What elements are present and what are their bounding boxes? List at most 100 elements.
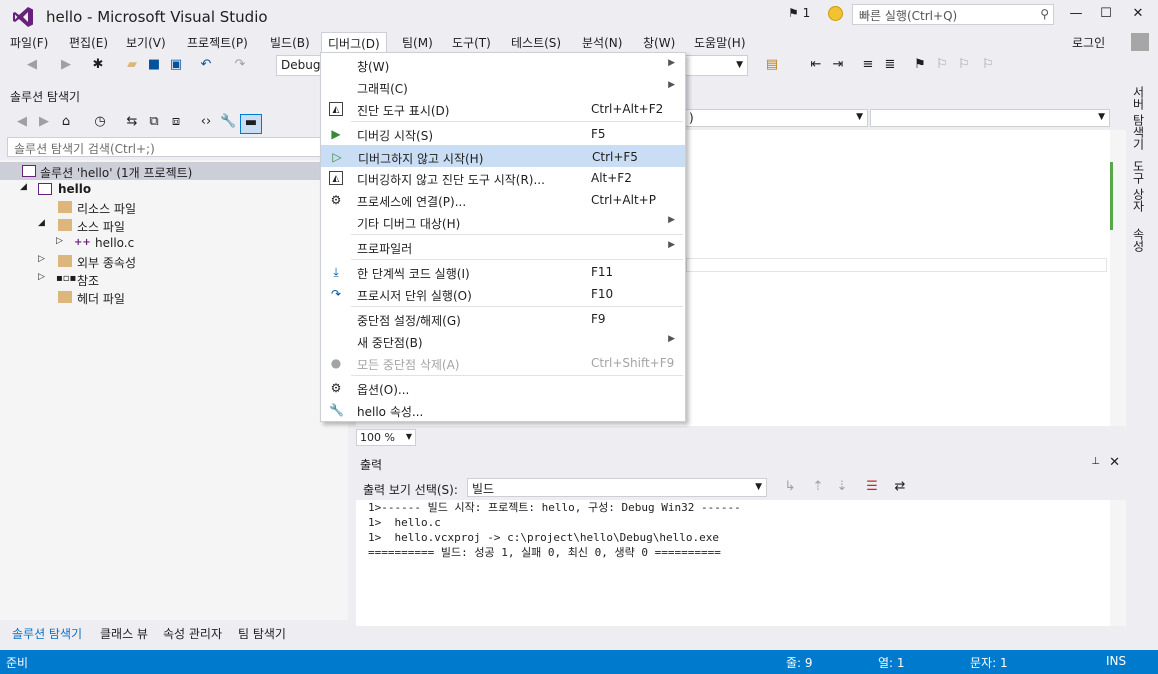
menu-item-start-without-debugging[interactable]: ▷ 디버그하지 않고 시작(H) Ctrl+F5 bbox=[321, 145, 685, 167]
menu-edit[interactable]: 편집(E) bbox=[63, 32, 114, 52]
clear-all-icon[interactable]: ☰ bbox=[864, 479, 880, 495]
menu-item-other-debug-targets[interactable]: 기타 디버그 대상(H) ▶ bbox=[321, 211, 685, 233]
navigate-back-icon[interactable]: ◀ bbox=[24, 57, 40, 73]
back-icon[interactable]: ◀ bbox=[14, 114, 30, 130]
menu-file[interactable]: 파일(F) bbox=[4, 32, 54, 52]
close-panel-icon[interactable]: ✕ bbox=[1109, 455, 1120, 470]
tab-solution-explorer[interactable]: 솔루션 탐색기 bbox=[12, 625, 82, 642]
clear-bookmarks-icon[interactable]: ⚐ bbox=[980, 57, 996, 73]
solution-platform-combo[interactable]: ▼ bbox=[684, 55, 748, 76]
previous-message-icon[interactable]: ⇡ bbox=[810, 479, 826, 495]
pending-changes-icon[interactable]: ◷ bbox=[92, 114, 108, 130]
menu-item-window[interactable]: 창(W) ▶ bbox=[321, 54, 685, 76]
menu-project[interactable]: 프로젝트(P) bbox=[181, 32, 254, 52]
menu-item-start-debugging[interactable]: ▶ 디버깅 시작(S) F5 bbox=[321, 123, 685, 145]
preview-selected-icon[interactable]: ▬ bbox=[240, 114, 262, 134]
menu-help[interactable]: 도움말(H) bbox=[688, 32, 752, 52]
view-code-icon[interactable]: ‹› bbox=[198, 114, 214, 130]
user-avatar-icon[interactable] bbox=[1131, 33, 1149, 51]
tree-item-source-files[interactable]: ◢ 소스 파일 bbox=[0, 216, 348, 234]
next-message-icon[interactable]: ⇣ bbox=[834, 479, 850, 495]
output-line: ========== 빌드: 성공 1, 실패 0, 최신 0, 생략 0 ==… bbox=[368, 546, 721, 559]
menu-item-options[interactable]: ⚙ 옵션(O)... bbox=[321, 377, 685, 399]
menu-item-step-into[interactable]: ⤓ 한 단계씩 코드 실행(I) F11 bbox=[321, 261, 685, 283]
feedback-smiley-icon[interactable] bbox=[828, 6, 843, 21]
menu-item-start-diagnostic-tools[interactable]: ◭ 디버깅하지 않고 진단 도구 시작(R)... Alt+F2 bbox=[321, 167, 685, 189]
notification-flag[interactable]: ⚑ 1 bbox=[788, 6, 810, 20]
navigate-forward-icon[interactable]: ▶ bbox=[58, 57, 74, 73]
tab-class-view[interactable]: 클래스 뷰 bbox=[100, 625, 148, 642]
bookmark-icon[interactable]: ⚑ bbox=[912, 57, 928, 73]
tree-item-external-dependencies[interactable]: ▷ 외부 종속성 bbox=[0, 252, 348, 270]
solution-explorer-search-input[interactable]: 솔루션 탐색기 검색(Ctrl+;) bbox=[7, 137, 347, 157]
next-bookmark-icon[interactable]: ⚐ bbox=[956, 57, 972, 73]
find-in-files-icon[interactable]: ▤ bbox=[764, 57, 780, 73]
expanded-arrow-icon[interactable]: ◢ bbox=[20, 182, 27, 192]
quick-launch-input[interactable]: 빠른 실행(Ctrl+Q) ⚲ bbox=[852, 4, 1054, 25]
previous-bookmark-icon[interactable]: ⚐ bbox=[934, 57, 950, 73]
side-tab-toolbox[interactable]: 도구 상자 bbox=[1130, 160, 1147, 212]
properties-wrench-icon[interactable]: 🔧 bbox=[220, 114, 236, 130]
go-to-error-icon[interactable]: ↳ bbox=[782, 479, 798, 495]
member-navigation-combo[interactable]: ) ▼ bbox=[684, 109, 868, 127]
tree-item-hello-c[interactable]: ▷ ++ hello.c bbox=[0, 234, 348, 252]
new-project-icon[interactable]: ✱ bbox=[90, 57, 106, 73]
menu-window[interactable]: 창(W) bbox=[637, 32, 681, 52]
output-source-combo[interactable]: 빌드 ▼ bbox=[467, 478, 767, 497]
zoom-level-combo[interactable]: 100 % ▼ bbox=[356, 429, 416, 446]
open-file-icon[interactable]: ▰ bbox=[124, 57, 140, 73]
output-text[interactable]: 1>------ 빌드 시작: 프로젝트: hello, 구성: Debug W… bbox=[356, 500, 1110, 626]
tree-item-header-files[interactable]: 헤더 파일 bbox=[0, 288, 348, 306]
save-icon[interactable]: ■ bbox=[146, 57, 162, 73]
save-all-icon[interactable]: ▣ bbox=[168, 57, 184, 73]
undo-icon[interactable]: ↶ bbox=[198, 57, 214, 73]
menu-item-show-diagnostic-tools[interactable]: ◭ 진단 도구 표시(D) Ctrl+Alt+F2 bbox=[321, 98, 685, 120]
menu-test[interactable]: 테스트(S) bbox=[505, 32, 567, 52]
menu-item-toggle-breakpoint[interactable]: 중단점 설정/해제(G) F9 bbox=[321, 308, 685, 330]
minimize-button[interactable]: — bbox=[1066, 6, 1086, 24]
forward-icon[interactable]: ▶ bbox=[36, 114, 52, 130]
redo-icon[interactable]: ↷ bbox=[232, 57, 248, 73]
menu-item-profiler[interactable]: 프로파일러 ▶ bbox=[321, 236, 685, 258]
collapsed-arrow-icon[interactable]: ▷ bbox=[56, 236, 63, 246]
collapse-all-icon[interactable]: ⧉ bbox=[146, 114, 162, 130]
indent-icon[interactable]: ⇥ bbox=[830, 57, 846, 73]
comment-icon[interactable]: ≡ bbox=[860, 57, 876, 73]
tree-item-references[interactable]: ▷ ▪▫▪ 참조 bbox=[0, 270, 348, 288]
menu-view[interactable]: 보기(V) bbox=[120, 32, 172, 52]
show-all-files-icon[interactable]: ⧈ bbox=[168, 114, 184, 130]
tree-item-solution[interactable]: 솔루션 'hello' (1개 프로젝트) bbox=[0, 162, 348, 180]
word-wrap-icon[interactable]: ⇄ bbox=[892, 479, 908, 495]
menu-item-attach-to-process[interactable]: ⚙ 프로세스에 연결(P)... Ctrl+Alt+P bbox=[321, 189, 685, 211]
menu-item-step-over[interactable]: ↷ 프로시저 단위 실행(O) F10 bbox=[321, 283, 685, 305]
menu-analyze[interactable]: 분석(N) bbox=[576, 32, 628, 52]
menu-item-graphics[interactable]: 그래픽(C) ▶ bbox=[321, 76, 685, 98]
scope-navigation-combo[interactable]: ▼ bbox=[870, 109, 1110, 127]
sync-icon[interactable]: ⇆ bbox=[124, 114, 140, 130]
status-column: 열: 1 bbox=[878, 656, 905, 670]
side-tab-properties[interactable]: 속성 bbox=[1130, 228, 1147, 252]
menu-item-new-breakpoint[interactable]: 새 중단점(B) ▶ bbox=[321, 330, 685, 352]
outdent-icon[interactable]: ⇤ bbox=[808, 57, 824, 73]
side-tab-server-explorer[interactable]: 서버 탐색기 bbox=[1130, 86, 1147, 150]
collapsed-arrow-icon[interactable]: ▷ bbox=[38, 272, 45, 282]
menu-item-project-properties[interactable]: 🔧 hello 속성... bbox=[321, 399, 685, 421]
output-vertical-scrollbar[interactable] bbox=[1110, 500, 1126, 626]
maximize-button[interactable]: ☐ bbox=[1096, 6, 1116, 24]
menu-debug[interactable]: 디버그(D) bbox=[321, 32, 387, 52]
pin-icon[interactable]: ⊥ bbox=[1091, 456, 1100, 467]
tab-property-manager[interactable]: 속성 관리자 bbox=[163, 625, 222, 642]
menu-tools[interactable]: 도구(T) bbox=[446, 32, 497, 52]
expanded-arrow-icon[interactable]: ◢ bbox=[38, 218, 45, 228]
solution-configuration-combo[interactable]: Debug bbox=[276, 55, 322, 76]
tree-item-resource-files[interactable]: 리소스 파일 bbox=[0, 198, 348, 216]
tab-team-explorer[interactable]: 팀 탐색기 bbox=[238, 625, 286, 642]
tree-item-project[interactable]: ◢ hello bbox=[0, 180, 348, 198]
close-window-button[interactable]: ✕ bbox=[1128, 6, 1148, 24]
menu-build[interactable]: 빌드(B) bbox=[264, 32, 316, 52]
login-link[interactable]: 로그인 bbox=[1072, 34, 1105, 51]
collapsed-arrow-icon[interactable]: ▷ bbox=[38, 254, 45, 264]
menu-team[interactable]: 팀(M) bbox=[396, 32, 439, 52]
uncomment-icon[interactable]: ≣ bbox=[882, 57, 898, 73]
home-icon[interactable]: ⌂ bbox=[58, 114, 74, 130]
